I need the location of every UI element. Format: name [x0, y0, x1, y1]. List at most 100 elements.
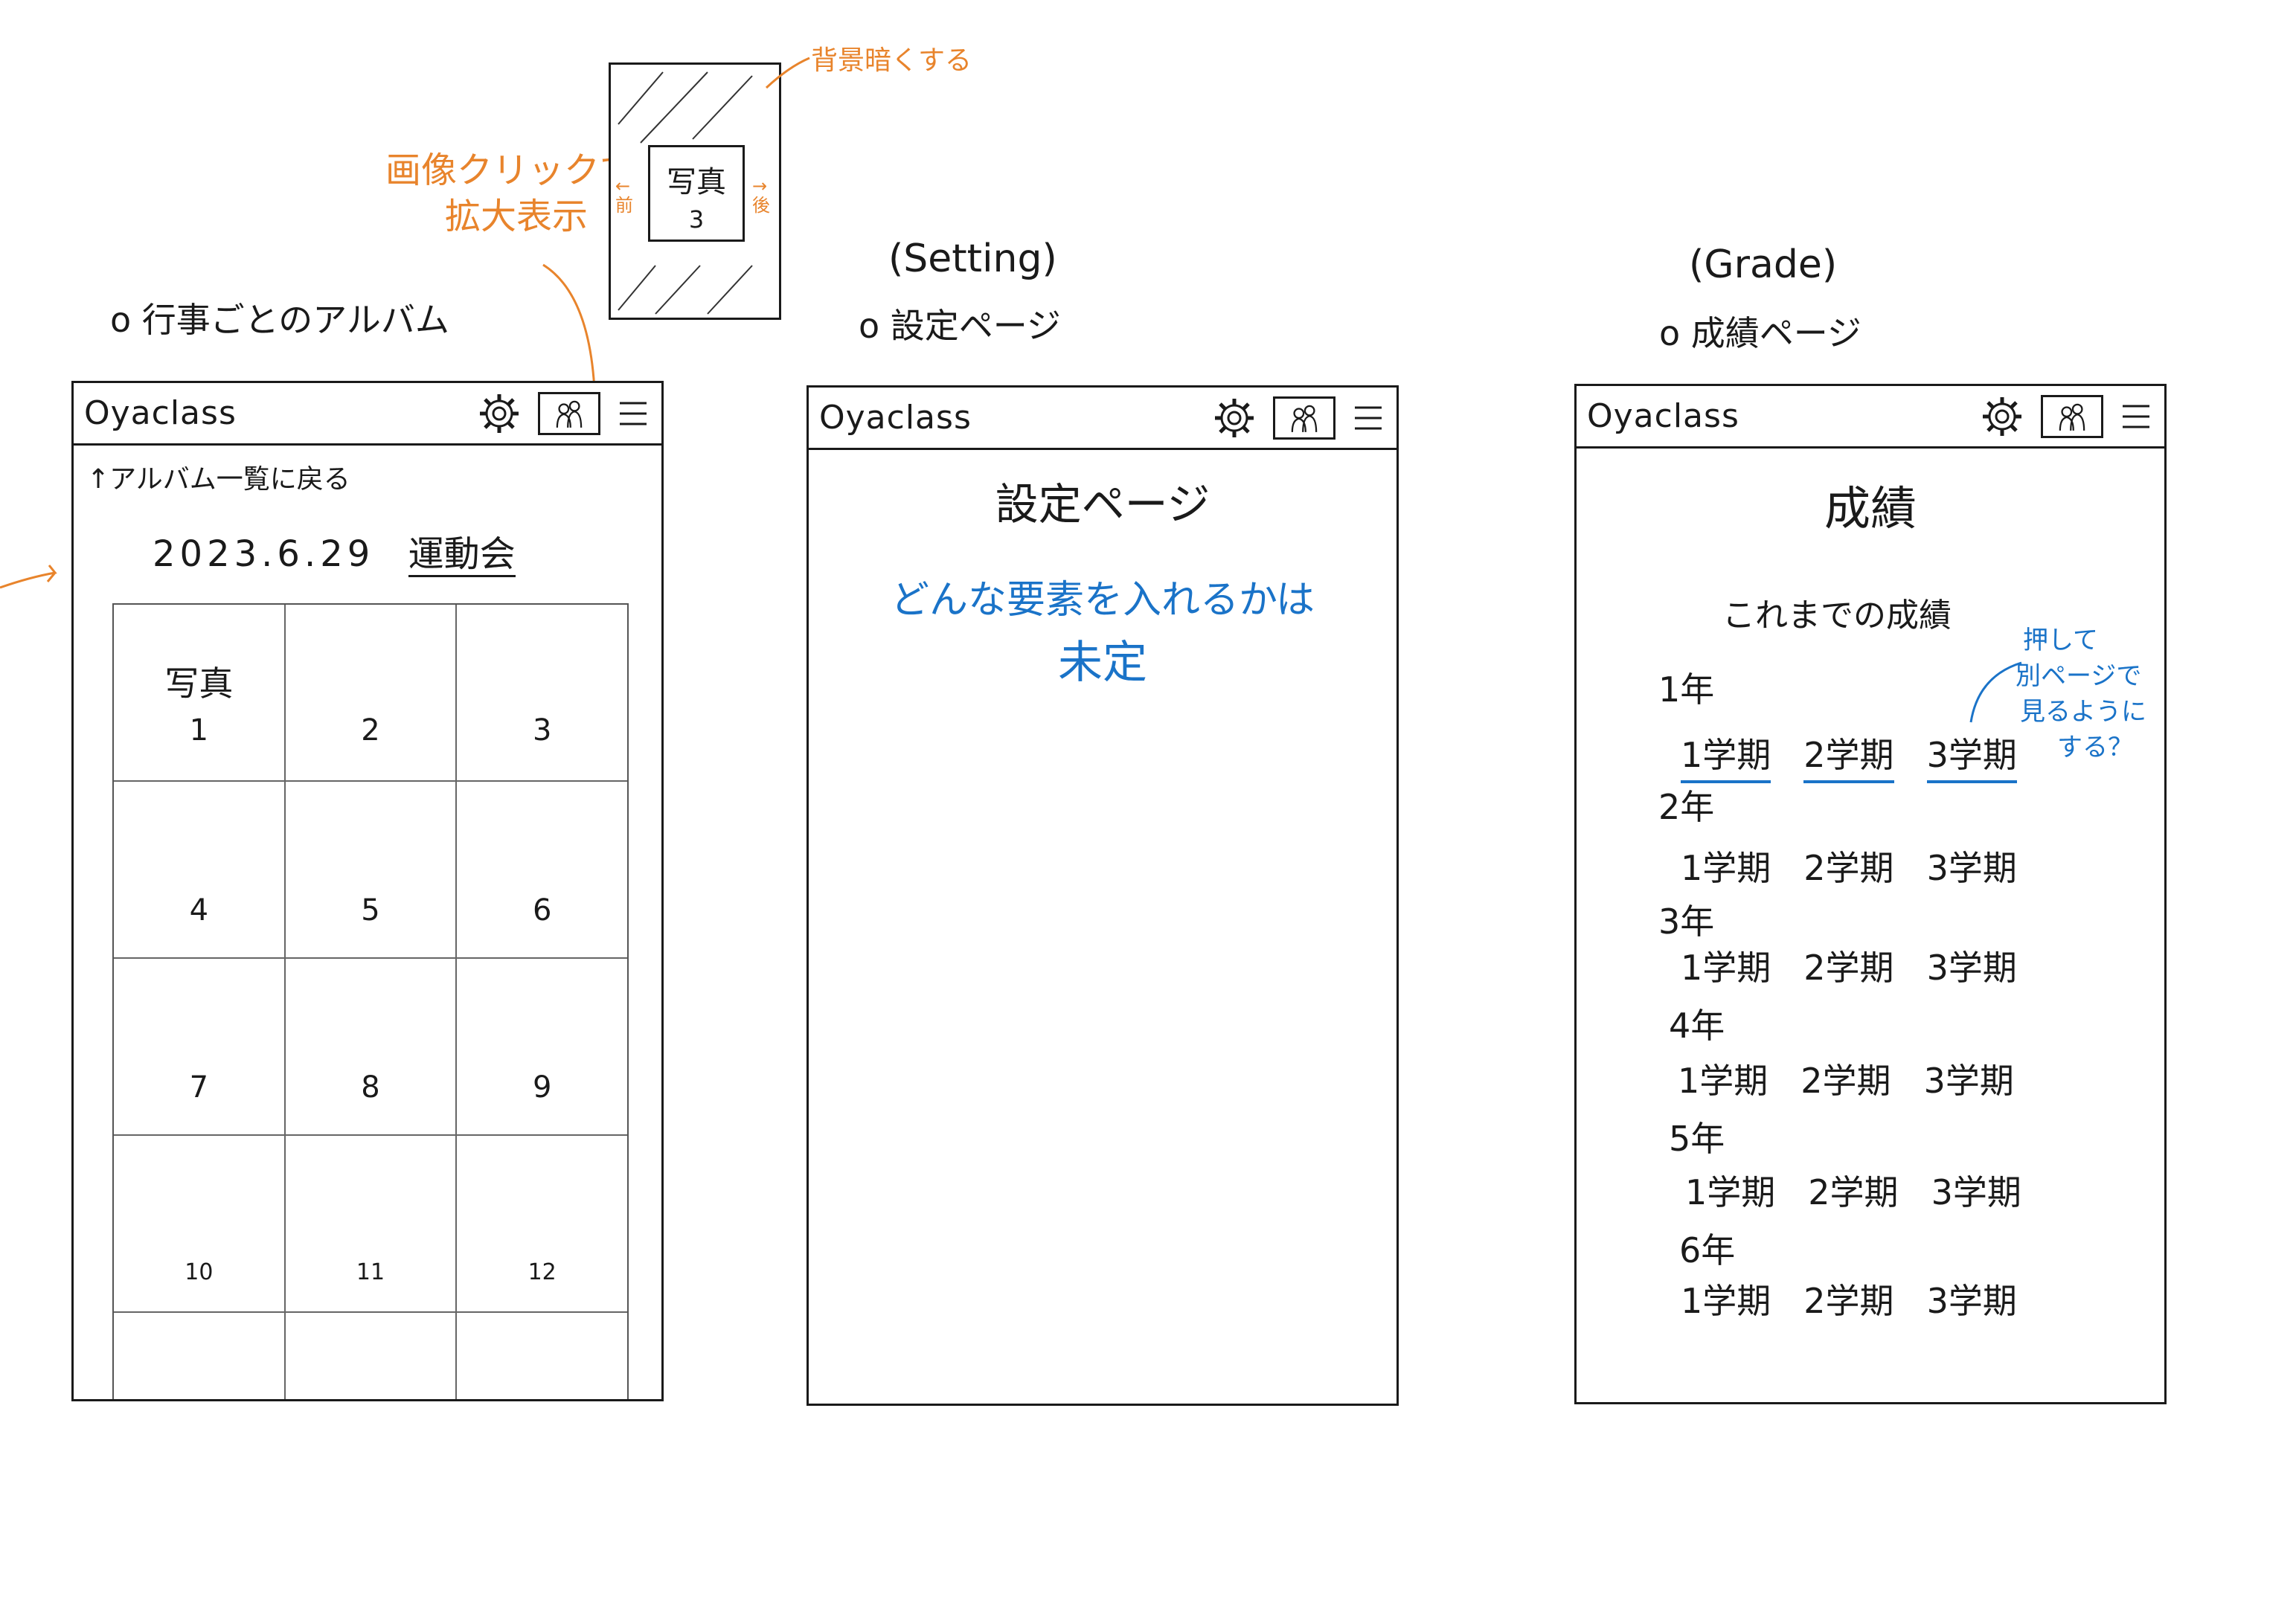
- term-item[interactable]: 1学期: [1681, 1274, 1771, 1323]
- year-label: 2年: [1658, 787, 1715, 827]
- gear-icon: [1215, 398, 1254, 437]
- grade-button[interactable]: [538, 391, 600, 435]
- annotation-album-click: 画像クリックで 拡大表示: [385, 147, 635, 240]
- photo-cell[interactable]: 9: [457, 959, 627, 1134]
- photo-cell[interactable]: 12: [457, 1136, 627, 1311]
- photo-cell[interactable]: [114, 1313, 286, 1399]
- popup-photo-number: 3: [688, 205, 705, 234]
- annotation-darken-bg: 背景暗くする: [811, 45, 972, 76]
- photo-cell[interactable]: 写真 1: [114, 605, 286, 780]
- photo-cell[interactable]: 5: [286, 782, 458, 957]
- popup-photo[interactable]: 写真 3: [648, 145, 745, 242]
- term-item[interactable]: 3学期: [1924, 1054, 2014, 1103]
- term-item[interactable]: 2学期: [1803, 1274, 1893, 1323]
- photo-cell[interactable]: 2: [286, 605, 458, 780]
- term-link[interactable]: 3学期: [1926, 728, 2017, 783]
- hamburger-icon: [620, 402, 647, 425]
- grid-row: 7 8 9: [114, 959, 627, 1136]
- photo-number: 7: [189, 1070, 209, 1105]
- grid-row: [114, 1313, 627, 1399]
- year-label: 1年: [1658, 669, 1715, 710]
- term-item[interactable]: 3学期: [1927, 941, 2017, 990]
- term-row: 1学期 2学期 3学期: [1678, 1054, 2014, 1103]
- popup-next-button[interactable]: →後: [752, 176, 777, 215]
- term-item[interactable]: 1学期: [1685, 1166, 1775, 1215]
- annotation-line: 画像クリックで: [385, 150, 636, 191]
- term-link[interactable]: 2学期: [1803, 728, 1894, 783]
- grid-row: 4 5 6: [114, 782, 627, 959]
- photo-number: 5: [361, 893, 380, 928]
- popup-prev-button[interactable]: ←前: [615, 176, 641, 215]
- photo-number: 11: [356, 1259, 385, 1285]
- settings-button[interactable]: [477, 391, 522, 436]
- photo-number: 1: [189, 713, 209, 748]
- settings-section-label: o 設定ページ: [859, 306, 1061, 346]
- settings-title: 設定ページ: [995, 479, 1210, 530]
- term-row: 1学期 2学期 3学期: [1681, 728, 2017, 783]
- photo-cell[interactable]: [457, 1313, 627, 1399]
- settings-note-line: 未定: [1058, 637, 1147, 689]
- term-item[interactable]: 2学期: [1800, 1054, 1891, 1103]
- grade-title: 成績: [1824, 481, 1917, 536]
- term-item[interactable]: 1学期: [1681, 941, 1771, 990]
- term-item[interactable]: 1学期: [1681, 841, 1771, 890]
- term-item[interactable]: 3学期: [1927, 841, 2017, 890]
- grade-button[interactable]: [1273, 396, 1335, 440]
- gear-icon: [1983, 396, 2021, 436]
- photo-family-icon: [538, 391, 600, 435]
- grade-button[interactable]: [2041, 394, 2103, 438]
- photo-cell[interactable]: 11: [286, 1136, 458, 1311]
- grade-note-arrow: [1969, 661, 2022, 723]
- settings-button[interactable]: [1980, 394, 2024, 439]
- year-label: 3年: [1658, 902, 1715, 942]
- grade-phone: Oyaclass 成績 これまでの成績 1年 1学期 2学期 3学期 2年 1学…: [1574, 384, 2167, 1404]
- settings-note-line: どんな要素を入れるかは: [891, 578, 1315, 623]
- event-name: 運動会: [408, 533, 516, 577]
- term-item[interactable]: 2学期: [1803, 941, 1893, 990]
- photo-grid: 写真 1 2 3 4 5 6 7 8 9 10 11 12: [112, 603, 629, 1399]
- term-row: 1学期 2学期 3学期: [1681, 841, 2017, 890]
- grid-row: 写真 1 2 3: [114, 605, 627, 782]
- photo-cell[interactable]: 3: [457, 605, 627, 780]
- term-item[interactable]: 2学期: [1803, 841, 1893, 890]
- photo-number: 12: [527, 1259, 557, 1285]
- photo-cell[interactable]: 6: [457, 782, 627, 957]
- hamburger-icon: [1355, 406, 1382, 429]
- photo-number: 6: [532, 893, 552, 928]
- hamburger-icon: [2123, 405, 2149, 428]
- settings-button[interactable]: [1212, 396, 1257, 440]
- term-item[interactable]: 3学期: [1931, 1166, 2021, 1215]
- term-item[interactable]: 1学期: [1678, 1054, 1768, 1103]
- annotation-line: 拡大表示: [445, 196, 589, 237]
- photo-label: 写真: [164, 663, 234, 704]
- menu-button[interactable]: [617, 397, 650, 430]
- app-name: Oyaclass: [1587, 397, 1739, 435]
- photo-cell[interactable]: 10: [114, 1136, 286, 1311]
- settings-appbar: Oyaclass: [809, 388, 1396, 450]
- grade-subtitle: これまでの成績: [1722, 597, 1952, 634]
- event-date: 2023.6.29: [153, 533, 375, 575]
- photo-family-icon: [2041, 394, 2103, 438]
- menu-button[interactable]: [2120, 400, 2152, 433]
- grade-note-line: する？: [2057, 733, 2133, 762]
- album-section-label: o 行事ごとのアルバム: [110, 300, 449, 340]
- photo-number: 10: [185, 1259, 214, 1285]
- photo-cell[interactable]: 4: [114, 782, 286, 957]
- term-item[interactable]: 2学期: [1808, 1166, 1898, 1215]
- photo-cell[interactable]: [286, 1313, 458, 1399]
- photo-number: 8: [361, 1070, 380, 1105]
- back-to-album-list-link[interactable]: ↑アルバム一覧に戻る: [87, 457, 350, 496]
- term-link[interactable]: 1学期: [1681, 728, 1771, 783]
- photo-cell[interactable]: 7: [114, 959, 286, 1134]
- term-row: 1学期 2学期 3学期: [1681, 941, 2017, 990]
- next-label: →後: [752, 176, 770, 216]
- menu-button[interactable]: [1352, 402, 1385, 434]
- settings-section-en: (Setting): [888, 237, 1057, 281]
- year-label: 5年: [1669, 1119, 1725, 1159]
- prev-label: ←前: [615, 176, 633, 216]
- popup-mockup: 写真 3 ←前 →後: [609, 62, 781, 320]
- term-row: 1学期 2学期 3学期: [1681, 1274, 2017, 1323]
- photo-cell[interactable]: 8: [286, 959, 458, 1134]
- term-row: 1学期 2学期 3学期: [1685, 1166, 2021, 1215]
- term-item[interactable]: 3学期: [1927, 1274, 2017, 1323]
